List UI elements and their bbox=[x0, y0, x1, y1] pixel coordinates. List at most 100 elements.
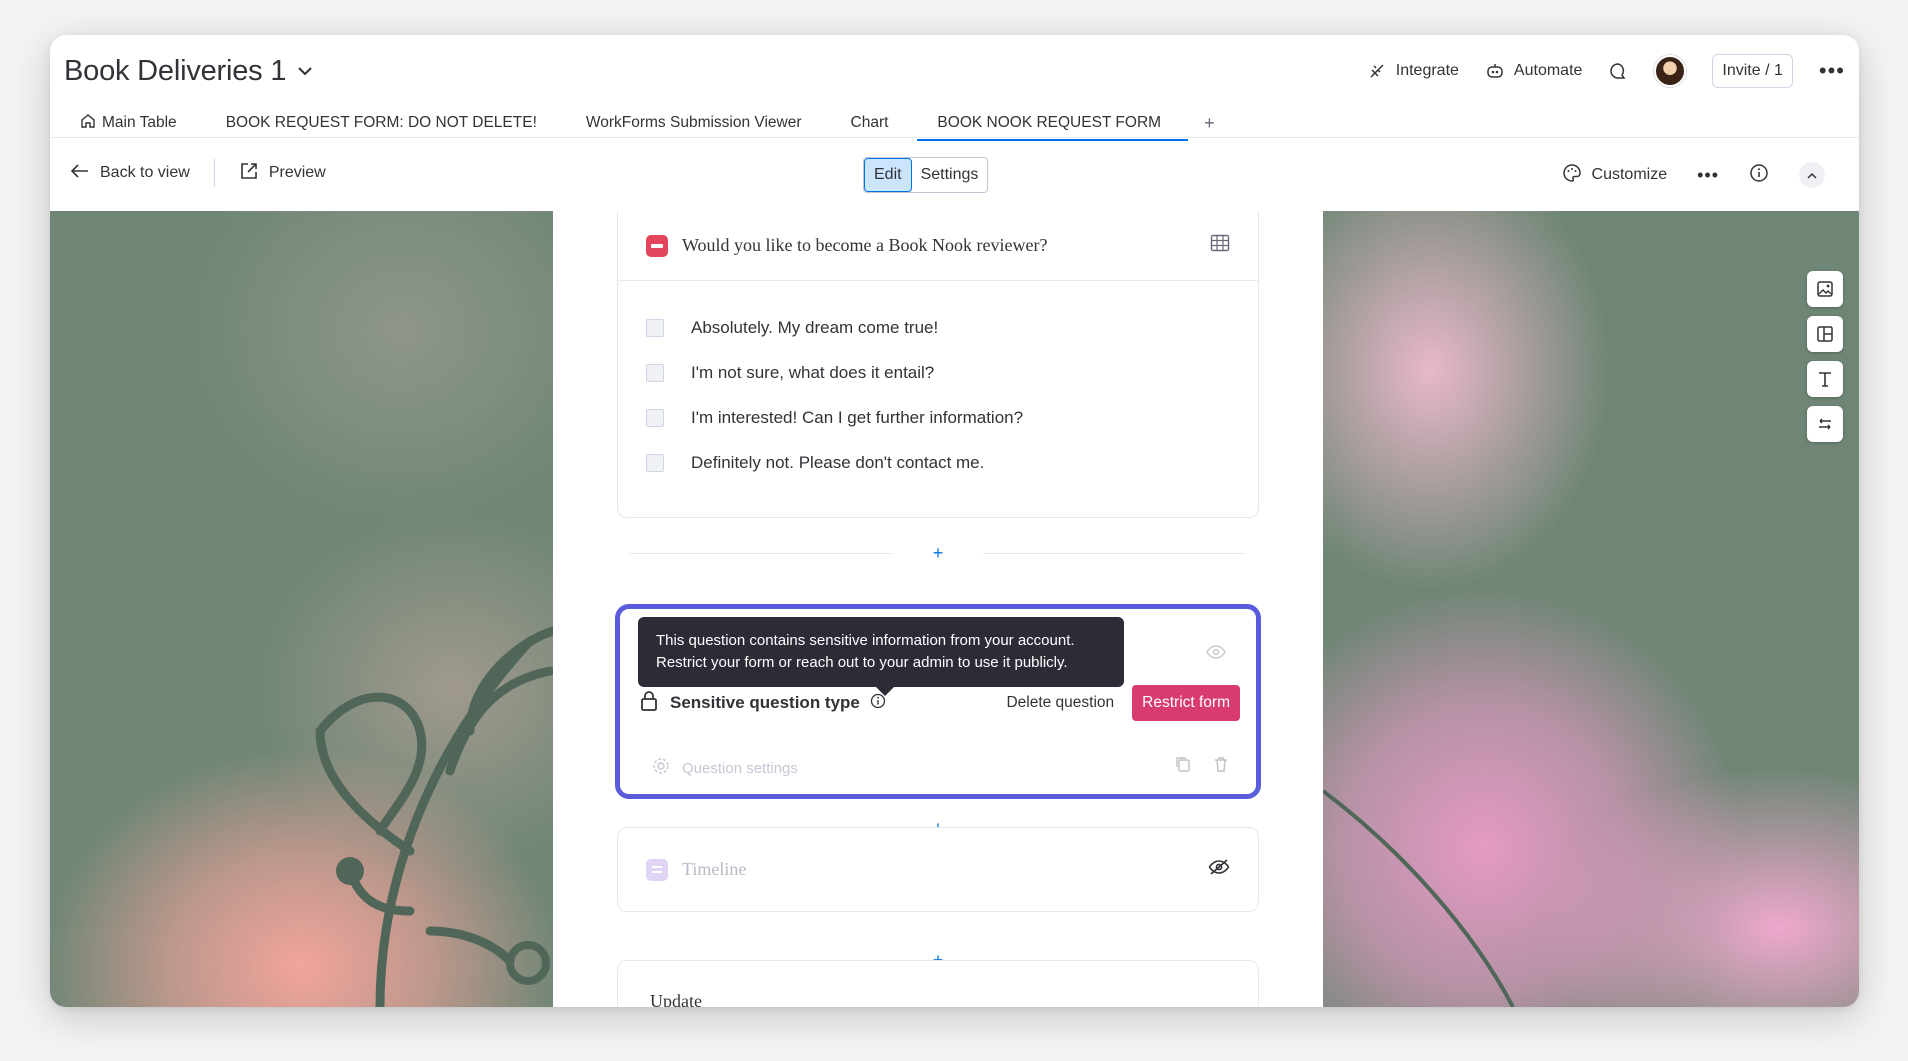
alignment-tool-button[interactable] bbox=[1807, 406, 1843, 442]
checkbox[interactable] bbox=[646, 318, 664, 337]
eye-off-icon[interactable] bbox=[1208, 859, 1230, 880]
tab-book-request-form[interactable]: BOOK REQUEST FORM: DO NOT DELETE! bbox=[226, 105, 537, 141]
timeline-title[interactable]: Timeline bbox=[682, 859, 746, 880]
settings-tab[interactable]: Settings bbox=[912, 158, 988, 192]
checkbox[interactable] bbox=[646, 408, 664, 427]
add-view-button[interactable]: + bbox=[1204, 113, 1215, 134]
preview-button[interactable]: Preview bbox=[239, 161, 326, 186]
sensitive-question-label: Sensitive question type bbox=[670, 693, 860, 712]
question-actions bbox=[1174, 755, 1230, 778]
eye-icon bbox=[1206, 645, 1226, 664]
sensitive-question-row: Sensitive question type Delete question … bbox=[640, 684, 1240, 722]
info-icon[interactable] bbox=[870, 693, 886, 714]
question-title[interactable]: Would you like to become a Book Nook rev… bbox=[682, 235, 1047, 256]
list-item[interactable]: Definitely not. Please don't contact me. bbox=[646, 440, 1230, 485]
automate-label: Automate bbox=[1513, 62, 1583, 79]
question-header: Would you like to become a Book Nook rev… bbox=[618, 211, 1258, 281]
form-canvas: Would you like to become a Book Nook rev… bbox=[50, 211, 1859, 1007]
layout-tool-button[interactable] bbox=[1807, 316, 1843, 352]
background-right-panel bbox=[1323, 211, 1859, 1007]
app-window: Book Deliveries 1 Integrate Automate Inv bbox=[50, 35, 1859, 1007]
timeline-row: Timeline bbox=[618, 828, 1258, 911]
timeline-question-card[interactable]: Timeline bbox=[617, 827, 1259, 912]
integrate-icon bbox=[1367, 61, 1387, 81]
preview-label: Preview bbox=[268, 164, 326, 181]
table-icon[interactable] bbox=[1210, 234, 1230, 257]
trash-icon[interactable] bbox=[1212, 755, 1230, 778]
delete-question-button[interactable]: Delete question bbox=[1006, 694, 1114, 712]
board-title[interactable]: Book Deliveries 1 bbox=[64, 55, 286, 88]
design-tools bbox=[1807, 271, 1843, 442]
user-avatar[interactable] bbox=[1654, 55, 1687, 87]
home-icon bbox=[80, 113, 96, 134]
chat-bubble-icon[interactable] bbox=[1608, 61, 1628, 81]
lock-icon bbox=[640, 690, 658, 717]
option-label: Definitely not. Please don't contact me. bbox=[691, 452, 985, 472]
option-label: Absolutely. My dream come true! bbox=[691, 317, 939, 337]
swap-icon bbox=[1819, 418, 1831, 430]
sensitive-question-card[interactable]: This question contains sensitive informa… bbox=[615, 604, 1261, 799]
options-list: Absolutely. My dream come true! I'm not … bbox=[618, 281, 1258, 509]
copy-icon[interactable] bbox=[1174, 755, 1192, 778]
palette-icon bbox=[1562, 163, 1582, 188]
tooltip-line: This question contains sensitive informa… bbox=[656, 632, 1075, 649]
arrow-left-icon bbox=[70, 163, 90, 184]
collapse-icon[interactable] bbox=[1799, 162, 1825, 188]
chevron-down-icon[interactable] bbox=[296, 62, 314, 80]
timeline-type-icon bbox=[646, 858, 668, 881]
back-label: Back to view bbox=[100, 164, 190, 181]
tooltip-line: Restrict your form or reach out to your … bbox=[656, 654, 1068, 671]
tab-label: WorkForms Submission Viewer bbox=[585, 114, 802, 131]
info-icon[interactable] bbox=[1749, 163, 1769, 188]
invite-button[interactable]: Invite / 1 bbox=[1712, 54, 1793, 88]
restrict-form-button[interactable]: Restrict form bbox=[1132, 685, 1240, 721]
question-settings-label: Question settings bbox=[682, 759, 798, 777]
checkbox[interactable] bbox=[646, 453, 664, 472]
option-label: I'm interested! Can I get further inform… bbox=[691, 407, 1024, 427]
image-icon bbox=[1817, 281, 1833, 297]
vine-illustration bbox=[1323, 789, 1515, 1007]
tab-label: BOOK REQUEST FORM: DO NOT DELETE! bbox=[225, 114, 537, 131]
question-card[interactable]: Would you like to become a Book Nook rev… bbox=[617, 211, 1259, 518]
customize-button[interactable]: Customize bbox=[1562, 163, 1668, 188]
board-header: Book Deliveries 1 Integrate Automate Inv bbox=[64, 49, 1845, 93]
leaf-illustration bbox=[315, 626, 553, 1007]
form-column: Would you like to become a Book Nook rev… bbox=[553, 211, 1323, 1007]
text-icon bbox=[1819, 372, 1831, 387]
customize-label: Customize bbox=[1591, 166, 1668, 183]
list-item[interactable]: I'm not sure, what does it entail? bbox=[646, 350, 1230, 395]
checkbox-type-icon bbox=[646, 234, 668, 257]
add-question-divider: + bbox=[630, 543, 1246, 563]
layout-icon bbox=[1817, 326, 1833, 342]
tab-chart[interactable]: Chart bbox=[851, 105, 889, 141]
add-question-button[interactable]: + bbox=[893, 544, 983, 562]
update-title[interactable]: Update bbox=[618, 961, 1258, 1007]
edit-tab[interactable]: Edit bbox=[864, 158, 912, 192]
option-label: I'm not sure, what does it entail? bbox=[691, 362, 935, 382]
toolbar-divider bbox=[213, 159, 215, 187]
robot-icon bbox=[1485, 61, 1505, 81]
integrate-button[interactable]: Integrate bbox=[1367, 61, 1459, 81]
toolbar-more-icon[interactable]: ••• bbox=[1697, 166, 1719, 184]
list-item[interactable]: I'm interested! Can I get further inform… bbox=[646, 395, 1230, 440]
question-settings-button[interactable]: Question settings bbox=[652, 757, 798, 779]
checkbox[interactable] bbox=[646, 363, 664, 382]
tab-book-nook-request-form[interactable]: BOOK NOOK REQUEST FORM bbox=[917, 105, 1188, 141]
external-link-icon bbox=[239, 161, 259, 186]
tab-label: BOOK NOOK REQUEST FORM bbox=[937, 114, 1162, 131]
more-options-icon[interactable]: ••• bbox=[1819, 60, 1845, 82]
background-left-panel bbox=[50, 211, 553, 1007]
text-tool-button[interactable] bbox=[1807, 361, 1843, 397]
automate-button[interactable]: Automate bbox=[1485, 61, 1582, 81]
back-to-view-button[interactable]: Back to view bbox=[70, 163, 190, 184]
edit-settings-toggle: Edit Settings bbox=[863, 157, 989, 193]
sensitive-tooltip: This question contains sensitive informa… bbox=[638, 617, 1124, 696]
form-toolbar: Back to view Preview Edit Settings Custo… bbox=[50, 138, 1859, 208]
list-item[interactable]: Absolutely. My dream come true! bbox=[646, 305, 1230, 350]
tab-workforms-submission-viewer[interactable]: WorkForms Submission Viewer bbox=[586, 105, 802, 141]
image-tool-button[interactable] bbox=[1807, 271, 1843, 307]
update-question-card[interactable]: Update bbox=[617, 960, 1259, 1007]
tab-main-table[interactable]: Main Table bbox=[80, 105, 177, 141]
view-tabs: Main Table BOOK REQUEST FORM: DO NOT DEL… bbox=[80, 105, 1845, 141]
gear-icon bbox=[652, 757, 670, 779]
